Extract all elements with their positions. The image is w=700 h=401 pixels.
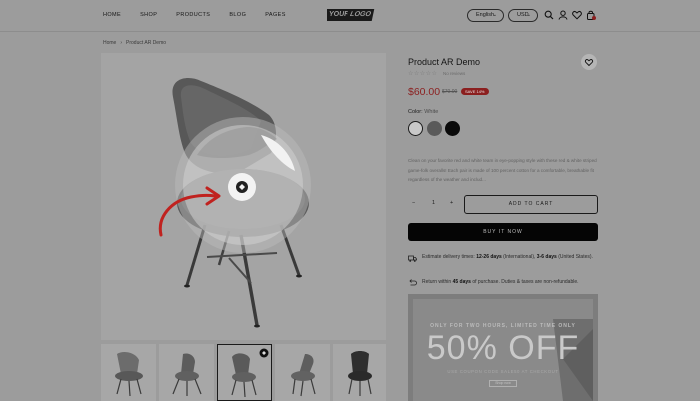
wishlist-button[interactable] xyxy=(581,54,597,70)
nav-shop[interactable]: SHOP xyxy=(140,12,157,18)
returns-post: of purchase. Duties & taxes are non-refu… xyxy=(470,279,579,285)
chair-thumbnail xyxy=(115,352,143,397)
swatch-black[interactable] xyxy=(445,121,460,136)
promo-shop-button[interactable]: Shop now xyxy=(489,380,517,387)
chair-thumbnail xyxy=(291,354,316,397)
currency-selector[interactable]: USD ⌄ xyxy=(508,9,538,22)
nav-products[interactable]: PRODUCTS xyxy=(176,12,210,18)
thumbnail-3-selected[interactable] xyxy=(217,344,272,401)
buy-now-button[interactable]: BUY IT NOW xyxy=(408,223,598,241)
returns-pre: Return within xyxy=(422,279,453,285)
return-icon xyxy=(409,279,417,286)
wishlist-icon[interactable] xyxy=(572,10,582,20)
main-nav: HOME SHOP PRODUCTS BLOG PAGES xyxy=(103,12,305,18)
chair-thumbnail xyxy=(348,351,372,396)
cart-icon[interactable] xyxy=(586,10,596,20)
returns-days: 45 days xyxy=(452,279,471,285)
account-icon[interactable] xyxy=(558,10,568,20)
thumbnail-2[interactable] xyxy=(159,344,214,401)
color-value: White xyxy=(424,109,439,115)
quantity-plus-button[interactable]: + xyxy=(450,200,453,206)
swatch-white[interactable] xyxy=(408,121,423,136)
promo-inner: ONLY FOR TWO HOURS, LIMITED TIME ONLY 50… xyxy=(413,299,593,401)
quantity-stepper: − 1 + xyxy=(408,196,460,213)
discount-badge: SAVE 14% xyxy=(461,88,489,95)
delivery-pre: Estimate delivery times: xyxy=(422,254,477,260)
truck-icon xyxy=(408,255,417,262)
nav-home[interactable]: HOME xyxy=(103,12,121,18)
sale-price: $60.00 xyxy=(408,86,441,98)
thumbnail-5[interactable] xyxy=(333,344,386,401)
add-to-cart-button[interactable]: ADD TO CART xyxy=(464,195,598,214)
delivery-days-us: 3-6 days xyxy=(536,254,557,260)
chair-thumbnail xyxy=(231,348,269,398)
logo-right: LOGO xyxy=(345,9,375,21)
swatch-grey[interactable] xyxy=(427,121,442,136)
compare-price: $70.00 xyxy=(442,89,458,95)
quantity-value[interactable]: 1 xyxy=(432,200,435,206)
quantity-minus-button[interactable]: − xyxy=(412,200,415,206)
promo-banner[interactable]: ONLY FOR TWO HOURS, LIMITED TIME ONLY 50… xyxy=(408,294,598,401)
rating-stars: ☆☆☆☆☆ xyxy=(408,71,438,77)
search-icon[interactable] xyxy=(544,10,554,20)
thumbnail-gallery xyxy=(101,344,386,401)
nav-blog[interactable]: BLOG xyxy=(229,12,246,18)
thumbnail-1[interactable] xyxy=(101,344,156,401)
chevron-down-icon: ⌄ xyxy=(526,12,531,18)
product-description: Clean on your favorite red and white tea… xyxy=(408,158,597,182)
color-label: Color: White xyxy=(408,109,438,115)
language-value: English xyxy=(476,12,495,18)
site-logo[interactable]: YOUR LOGO xyxy=(327,9,375,21)
product-page: HOME SHOP PRODUCTS BLOG PAGES YOUR LOGO … xyxy=(0,0,700,401)
breadcrumb: Home › Product AR Demo xyxy=(103,40,166,46)
product-title: Product AR Demo xyxy=(408,57,481,67)
product-main-image[interactable] xyxy=(101,53,386,340)
chair-thumbnail xyxy=(172,353,202,396)
site-header: HOME SHOP PRODUCTS BLOG PAGES YOUR LOGO … xyxy=(0,0,700,32)
chevron-down-icon: ⌄ xyxy=(492,12,497,18)
breadcrumb-current: Product AR Demo xyxy=(126,40,167,46)
heart-icon xyxy=(584,59,594,67)
delivery-mid: (International), xyxy=(501,254,537,260)
language-selector[interactable]: English ⌄ xyxy=(467,9,504,22)
thumbnail-4[interactable] xyxy=(275,344,330,401)
promo-headline: 50% OFF xyxy=(426,329,580,367)
review-count[interactable]: No reviews xyxy=(443,71,465,76)
breadcrumb-separator: › xyxy=(120,40,123,46)
breadcrumb-home[interactable]: Home xyxy=(103,40,116,46)
returns-info: Return within 45 days of purchase. Dutie… xyxy=(422,277,598,287)
delivery-info: Estimate delivery times: 12-26 days (Int… xyxy=(422,252,598,262)
nav-pages[interactable]: PAGES xyxy=(265,12,286,18)
promo-coupon-text: USE COUPON CODE SALE50 AT CHECKOUT xyxy=(447,369,559,374)
chair-ar-illustration xyxy=(158,78,311,328)
delivery-days-international: 12-26 days xyxy=(476,254,502,260)
color-label-text: Color: xyxy=(408,109,423,115)
delivery-post: (United States). xyxy=(556,254,593,260)
